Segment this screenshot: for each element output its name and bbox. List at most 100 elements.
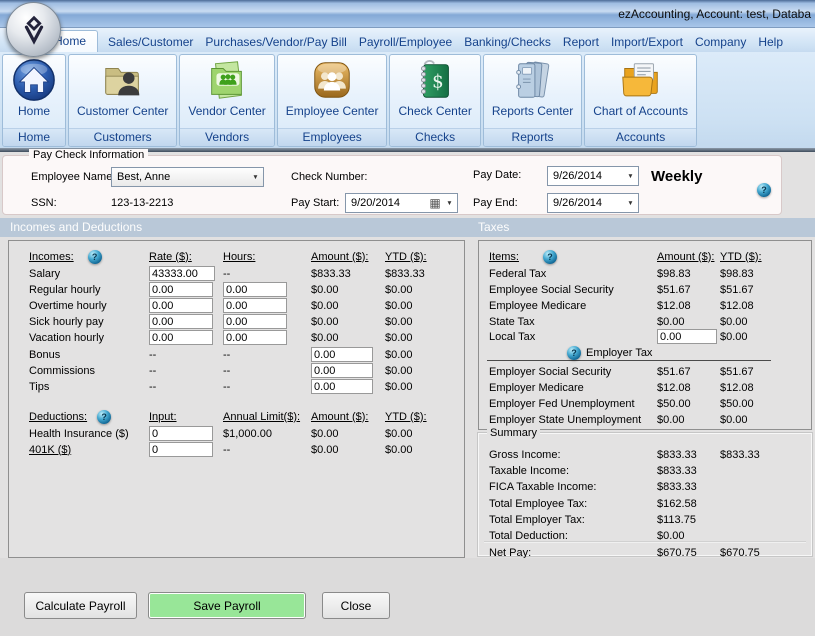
tax-ytd: $0.00 [720,414,811,426]
tax-label: State Tax [489,316,657,328]
income-ytd: $0.00 [385,332,464,344]
summary-label: Net Pay: [489,547,657,559]
deduction-limit: -- [223,444,311,456]
summary-amount: $833.33 [657,481,720,493]
income-hours: -- [223,268,311,280]
tax-amount: $51.67 [657,366,720,378]
income-row-commissions: Commissions -- -- $0.00 [9,363,464,378]
amount-input-bonus[interactable] [311,347,373,362]
ribbon-group-title-vendors: Vendors [180,128,273,146]
summary-amount: $162.58 [657,498,720,510]
pay-date-label: Pay Date: [473,169,521,181]
taxes-help-icon[interactable] [543,250,557,264]
rate-input-regular-hourly[interactable] [149,282,213,297]
income-hours: -- [223,365,311,377]
summary-label: Total Employer Tax: [489,514,657,526]
app-logo-button[interactable] [6,2,61,57]
calendar-icon [428,196,442,210]
local-tax-input[interactable] [657,329,717,344]
hours-input-regular-hourly[interactable] [223,282,287,297]
amount-input-tips[interactable] [311,379,373,394]
ribbon-group-title-employees: Employees [278,128,387,146]
menu-item-sales-customer[interactable]: Sales/Customer [102,31,199,52]
paycheck-legend: Pay Check Information [29,149,148,161]
chart-of-accounts-button[interactable]: Chart of Accounts [585,55,696,128]
rate-input-sick-hourly[interactable] [149,314,213,329]
close-button[interactable]: Close [322,592,390,619]
income-label: Salary [29,268,149,280]
tax-ytd: $12.08 [720,382,811,394]
incomes-column-header: Incomes: [29,251,74,263]
accounts-folder-icon [618,57,664,103]
menu-item-banking-checks[interactable]: Banking/Checks [458,31,557,52]
tax-label: Local Tax [489,331,657,343]
income-ytd: $0.00 [385,381,464,393]
employee-name-select[interactable]: Best, Anne [111,167,264,187]
incomes-help-icon[interactable] [88,250,102,264]
rate-input-overtime-hourly[interactable] [149,298,213,313]
home-button[interactable]: Home [3,55,65,128]
app-window: ezAccounting, Account: test, Databa Home… [0,0,815,636]
menu-item-report[interactable]: Report [557,31,605,52]
ssn-label: SSN: [31,197,57,209]
rate-input-salary[interactable] [149,266,215,281]
summary-row-gross-income: Gross Income: $833.33 $833.33 [479,447,811,462]
summary-groupbox: Summary Gross Income: $833.33 $833.33 Ta… [478,433,812,556]
employer-tax-help-icon[interactable] [567,346,581,360]
employee-name-label: Employee Name: [31,171,115,183]
tax-label: Employee Medicare [489,300,657,312]
title-bar: ezAccounting, Account: test, Databa [0,0,815,28]
deductions-help-icon[interactable] [97,410,111,424]
ytd-column-header: YTD ($): [385,251,464,263]
summary-legend: Summary [487,427,540,439]
deduction-input-401k[interactable] [149,442,213,457]
income-label: Bonus [29,349,149,361]
home-button-label: Home [18,104,50,118]
amount-input-commissions[interactable] [311,363,373,378]
tax-row-federal: Federal Tax $98.83 $98.83 [479,266,811,281]
menu-item-help[interactable]: Help [752,31,789,52]
menu-item-import-export[interactable]: Import/Export [605,31,689,52]
employee-center-button[interactable]: Employee Center [278,55,387,128]
customer-center-button[interactable]: Customer Center [69,55,176,128]
vendor-center-button[interactable]: Vendor Center [180,55,273,128]
pay-start-label: Pay Start: [291,197,339,209]
save-payroll-button[interactable]: Save Payroll [148,592,306,619]
tax-label: Employer State Unemployment [489,414,657,426]
pay-start-datepicker[interactable]: 9/20/2014 [345,193,458,213]
ribbon-group-title-home: Home [3,128,65,146]
summary-amount: $670.75 [657,547,720,559]
summary-row-fica-taxable-income: FICA Taxable Income: $833.33 [479,479,811,494]
income-label: Regular hourly [29,284,149,296]
calculate-payroll-button[interactable]: Calculate Payroll [24,592,137,619]
deduction-401k-link[interactable]: 401K ($) [29,444,149,456]
pay-end-select[interactable]: 9/26/2014 [547,193,639,213]
rate-input-vacation-hourly[interactable] [149,330,213,345]
hours-input-overtime-hourly[interactable] [223,298,287,313]
dropdown-arrow-icon [623,167,638,185]
ribbon-group-customers: Customer Center Customers [68,54,177,147]
tax-amount: $50.00 [657,398,720,410]
hours-input-sick-hourly[interactable] [223,314,287,329]
pay-date-value: 9/26/2014 [553,170,623,182]
income-row-regular-hourly: Regular hourly $0.00 $0.00 [9,282,464,297]
menu-item-purchases-vendor-pay-bill[interactable]: Purchases/Vendor/Pay Bill [199,31,352,52]
pay-date-select[interactable]: 9/26/2014 [547,166,639,186]
income-amount: $0.00 [311,316,385,328]
employee-name-value: Best, Anne [117,171,248,183]
check-center-button[interactable]: $ Check Center [390,55,479,128]
input-column-header: Input: [149,411,223,423]
summary-ytd: $833.33 [720,449,811,461]
reports-center-button[interactable]: Reports Center [484,55,581,128]
menu-item-company[interactable]: Company [689,31,752,52]
income-row-tips: Tips -- -- $0.00 [9,379,464,394]
ytd-column-header: YTD ($): [385,411,464,423]
deduction-input-health-insurance[interactable] [149,426,213,441]
tax-ytd: $0.00 [720,331,811,343]
paycheck-help-icon[interactable] [757,183,771,197]
menu-item-payroll-employee[interactable]: Payroll/Employee [353,31,458,52]
summary-amount: $113.75 [657,514,720,526]
dropdown-arrow-icon [623,194,638,212]
items-column-header: Items: [489,251,519,263]
hours-input-vacation-hourly[interactable] [223,330,287,345]
